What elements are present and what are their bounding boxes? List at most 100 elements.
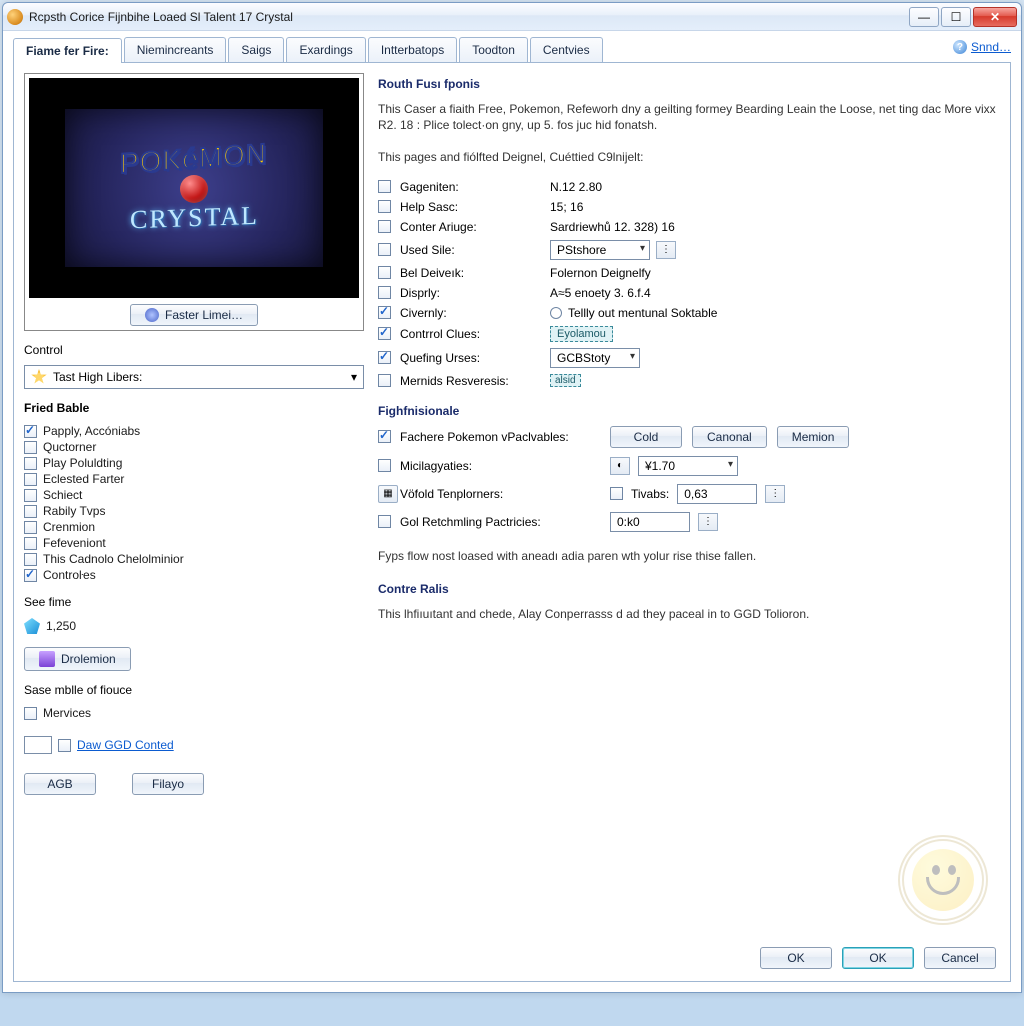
mervices-checkbox[interactable]	[24, 707, 37, 720]
fried-label-9: Controŀes	[43, 568, 96, 582]
tivabs-checkbox[interactable]	[610, 487, 623, 500]
prop-label-6: Civernly:	[400, 306, 550, 320]
prop-tag-9[interactable]: alsid	[550, 374, 581, 387]
prop-label-5: Disprly:	[400, 286, 550, 300]
ok-button-1[interactable]: OK	[760, 947, 832, 969]
prop-select-8[interactable]: GCBStoty	[550, 348, 640, 368]
sparkle-icon	[145, 308, 159, 322]
prop-label-4: Bel Deiveık:	[400, 266, 550, 280]
prop-checkbox-7[interactable]	[378, 327, 391, 340]
prop-value-8: GCBStoty	[550, 348, 1000, 368]
fachere-btn-memion[interactable]: Memion	[777, 426, 850, 448]
prop-checkbox-3[interactable]	[378, 243, 391, 256]
color-swatch[interactable]	[24, 736, 52, 754]
fried-label-1: Quctorner	[43, 440, 96, 454]
prop-value-9: alsid	[550, 374, 1000, 387]
fried-label-8: This Cadnolo Chelolminior	[43, 552, 184, 566]
daw-link[interactable]: Daw GGD Conted	[77, 738, 174, 752]
gol-label: Gol Retchmling Pactricies:	[400, 515, 610, 529]
tab-page: POKéMON CRYSTAL Faster Limei…	[13, 62, 1011, 982]
micil-toggle[interactable]: ◐	[610, 457, 630, 475]
fachere-label: Fachere Pokemon vPaclvables:	[400, 430, 610, 444]
window-title: Rcpsth Corice Fijnbihe Loaed Sl Talent 1…	[29, 10, 909, 24]
fried-checkbox-2[interactable]	[24, 457, 37, 470]
control-heading: Control	[24, 343, 364, 357]
prop-value-7: Eyolamou	[550, 326, 1000, 342]
prop-value-2: Sardriewhů 12. 328) 16	[550, 220, 1000, 234]
prop-checkbox-8[interactable]	[378, 351, 391, 364]
minimize-button[interactable]: —	[909, 7, 939, 27]
daw-checkbox[interactable]	[58, 739, 71, 752]
tivabs-label: Tivabs:	[631, 487, 669, 501]
prop-checkbox-0[interactable]	[378, 180, 391, 193]
fried-checkbox-9[interactable]	[24, 569, 37, 582]
help-icon[interactable]: ?	[953, 40, 967, 54]
prop-radio-6[interactable]	[550, 307, 562, 319]
send-link[interactable]: Snnd…	[971, 40, 1011, 54]
mervices-label: Mervices	[43, 706, 91, 720]
prop-checkbox-4[interactable]	[378, 266, 391, 279]
micil-checkbox[interactable]	[378, 459, 391, 472]
vofold-label: Vöfold Tenplorners:	[400, 487, 610, 501]
fried-checkbox-6[interactable]	[24, 521, 37, 534]
drolemion-button[interactable]: Drolemion	[24, 647, 131, 671]
prop-value-4: Folernon Deignelfy	[550, 266, 1000, 280]
fried-checkbox-7[interactable]	[24, 537, 37, 550]
prop-value-6: Tellly out mentunal Soktable	[550, 306, 1000, 320]
prop-label-0: Gageniten:	[400, 180, 550, 194]
fried-label-3: Eclested Farter	[43, 472, 124, 486]
vofold-input[interactable]: 0,63	[677, 484, 757, 504]
cube-icon	[39, 651, 55, 667]
prop-value-1: 15; 16	[550, 200, 1000, 214]
cancel-button[interactable]: Cancel	[924, 947, 996, 969]
filayo-button[interactable]: Filayo	[132, 773, 204, 795]
prop-value-0: N.12 2.80	[550, 180, 1000, 194]
vofold-stepper[interactable]: ⋮	[765, 485, 785, 503]
maximize-button[interactable]: ☐	[941, 7, 971, 27]
fachere-btn-cold[interactable]: Cold	[610, 426, 682, 448]
app-icon	[7, 9, 23, 25]
fried-checkbox-4[interactable]	[24, 489, 37, 502]
fachere-btn-canonal[interactable]: Canonal	[692, 426, 767, 448]
prop-checkbox-2[interactable]	[378, 220, 391, 233]
sase-heading: Sase mblle of fiouce	[24, 683, 364, 697]
prop-value-3: PStshore ⋮	[550, 240, 1000, 260]
ok-button-2[interactable]: OK	[842, 947, 914, 969]
fried-label-6: Crenmion	[43, 520, 95, 534]
control-select[interactable]: Tast High Libers: ▾	[24, 365, 364, 389]
agb-button[interactable]: AGB	[24, 773, 96, 795]
routh-desc1: This Caser a fiaith Free, Pokemon, Refew…	[378, 101, 1000, 133]
gol-input[interactable]: 0:k0	[610, 512, 690, 532]
faster-limei-button[interactable]: Faster Limei…	[130, 304, 258, 326]
game-preview: POKéMON CRYSTAL	[29, 78, 359, 298]
prop-checkbox-5[interactable]	[378, 286, 391, 299]
titlebar: Rcpsth Corice Fijnbihe Loaed Sl Talent 1…	[3, 3, 1021, 31]
prop-tag-7[interactable]: Eyolamou	[550, 326, 613, 342]
pokeball-icon	[180, 175, 208, 203]
fried-checkbox-8[interactable]	[24, 553, 37, 566]
fried-label-0: Papply, Accóniabs	[43, 424, 140, 438]
prop-label-7: Contrrol Clues:	[400, 327, 550, 341]
fried-checkbox-5[interactable]	[24, 505, 37, 518]
chevron-down-icon: ▾	[351, 370, 357, 384]
prop-checkbox-6[interactable]	[378, 306, 391, 319]
prop-label-8: Quefing Urses:	[400, 351, 550, 365]
see-time-label: See fime	[24, 595, 364, 609]
fried-checkbox-0[interactable]	[24, 425, 37, 438]
micil-select[interactable]: ¥1.70	[638, 456, 738, 476]
fried-checkbox-3[interactable]	[24, 473, 37, 486]
prop-checkbox-9[interactable]	[378, 374, 391, 387]
fried-label-5: Rabily Tvps	[43, 504, 105, 518]
prop-checkbox-1[interactable]	[378, 200, 391, 213]
vofold-icon: ▦	[378, 485, 398, 503]
fachere-checkbox[interactable]	[378, 430, 391, 443]
gol-stepper[interactable]: ⋮	[698, 513, 718, 531]
fried-bable-heading: Fried Bable	[24, 401, 364, 415]
close-button[interactable]: ✕	[973, 7, 1017, 27]
fried-checkbox-1[interactable]	[24, 441, 37, 454]
gem-icon	[24, 618, 40, 634]
crystal-logo: CRYSTAL	[130, 201, 259, 236]
gol-checkbox[interactable]	[378, 515, 391, 528]
prop-select-3[interactable]: PStshore	[550, 240, 650, 260]
prop-more-3[interactable]: ⋮	[656, 241, 676, 259]
